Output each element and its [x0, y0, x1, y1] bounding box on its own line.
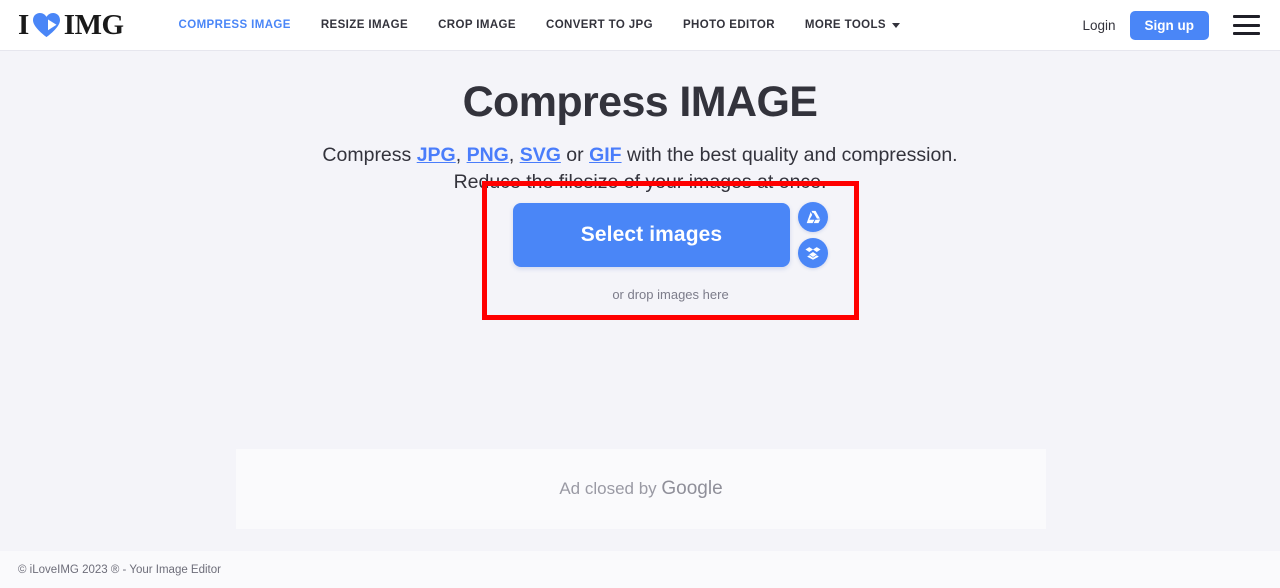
footer-copyright: © iLoveIMG 2023 ® - Your Image Editor	[18, 563, 221, 576]
subtitle-sep-2: ,	[508, 143, 520, 166]
subtitle-line-1: Compress JPG, PNG, SVG or GIF with the b…	[0, 142, 1280, 170]
site-logo[interactable]: I IMG	[18, 10, 124, 40]
chevron-down-icon	[892, 22, 901, 28]
main-content: Compress IMAGE Compress JPG, PNG, SVG or…	[0, 51, 1280, 197]
nav-item-more-tools[interactable]: MORE TOOLS	[790, 13, 915, 37]
hamburger-bar	[1233, 32, 1260, 35]
logo-text-left: I	[18, 8, 29, 41]
subtitle-text-prefix: Compress	[322, 143, 417, 166]
page-title: Compress IMAGE	[462, 78, 818, 126]
ad-text-prefix: Ad closed by	[559, 479, 662, 498]
header-actions: Login Sign up	[1082, 10, 1260, 40]
site-header: I IMG COMPRESS IMAGE RESIZE IMAGE CROP I…	[0, 0, 1280, 51]
select-images-button[interactable]: Select images	[513, 203, 790, 267]
link-svg[interactable]: SVG	[520, 144, 561, 166]
nav-item-more-tools-label: MORE TOOLS	[804, 19, 887, 31]
upload-dropzone[interactable]: Select images or drop images here	[487, 186, 854, 315]
google-wordmark: Google	[661, 478, 723, 499]
ad-closed-text: Ad closed by Google	[559, 478, 722, 500]
link-gif[interactable]: GIF	[589, 144, 622, 166]
nav-item-resize-image[interactable]: RESIZE IMAGE	[306, 13, 423, 37]
hamburger-bar	[1233, 23, 1260, 27]
hamburger-icon[interactable]	[1233, 15, 1260, 35]
signup-button[interactable]: Sign up	[1129, 10, 1209, 40]
subtitle-sep-3: or	[560, 143, 590, 166]
main-navigation: COMPRESS IMAGE RESIZE IMAGE CROP IMAGE C…	[164, 13, 1083, 37]
ad-placeholder: Ad closed by Google	[236, 449, 1046, 529]
nav-item-convert-to-jpg[interactable]: CONVERT TO JPG	[531, 13, 668, 37]
nav-item-photo-editor[interactable]: PHOTO EDITOR	[668, 13, 790, 37]
nav-item-crop-image[interactable]: CROP IMAGE	[423, 13, 531, 37]
link-png[interactable]: PNG	[467, 144, 509, 166]
dropbox-icon[interactable]	[798, 238, 828, 268]
subtitle-text-suffix: with the best quality and compression.	[621, 143, 958, 166]
site-footer: © iLoveIMG 2023 ® - Your Image Editor	[0, 551, 1280, 588]
subtitle-sep-1: ,	[455, 143, 467, 166]
cloud-import-buttons	[798, 202, 828, 268]
nav-item-compress-image[interactable]: COMPRESS IMAGE	[164, 13, 306, 37]
google-drive-icon[interactable]	[798, 202, 828, 232]
login-link[interactable]: Login	[1082, 18, 1115, 33]
logo-text-right: IMG	[63, 8, 124, 41]
link-jpg[interactable]: JPG	[417, 144, 456, 166]
hamburger-bar	[1233, 15, 1260, 18]
heart-icon	[32, 12, 62, 38]
upload-controls-row: Select images	[513, 202, 828, 268]
drop-hint-text: or drop images here	[612, 287, 729, 302]
